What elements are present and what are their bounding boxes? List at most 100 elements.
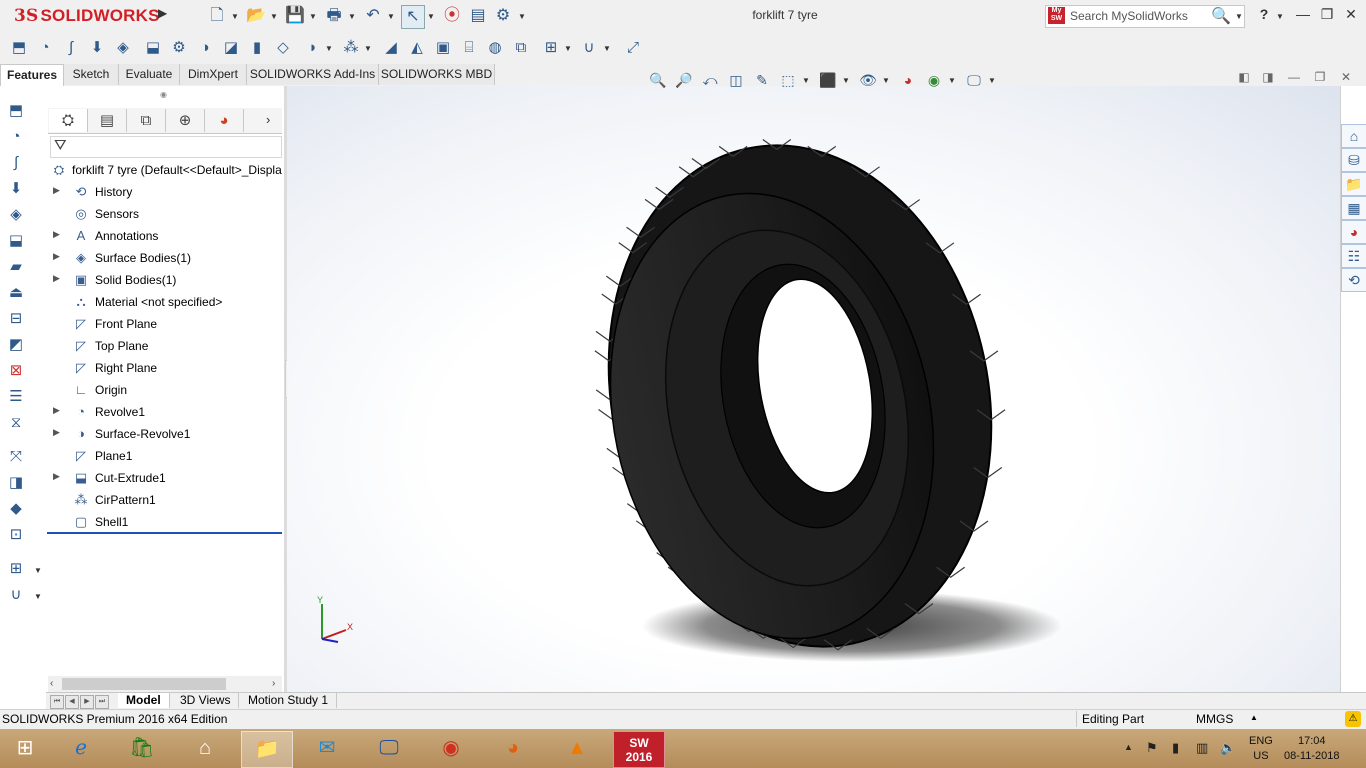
battery-icon[interactable]: ▮ — [1172, 740, 1179, 756]
file-explorer-icon[interactable]: 📁 — [1341, 172, 1366, 196]
expand-arrow-icon[interactable]: ▶ — [53, 229, 60, 240]
strip-knit-icon[interactable]: ◩ — [5, 334, 27, 356]
expand-arrow-icon[interactable]: ▶ — [53, 251, 60, 262]
extruded-boss-icon[interactable]: ⬒ — [8, 37, 30, 59]
zoom-to-area-icon[interactable]: 🔎 — [674, 70, 694, 90]
tree-item-annotations[interactable]: ▶ A Annotations — [48, 225, 282, 247]
expand-arrow-icon[interactable]: ▶ — [53, 471, 60, 482]
intersect-icon[interactable]: ◍ — [484, 37, 506, 59]
solidworks-resources-icon[interactable]: ⌂ — [1341, 124, 1366, 148]
tree-item-history[interactable]: ▶ ⟲ History — [48, 181, 282, 203]
strip-flex-icon[interactable]: ◨ — [5, 472, 27, 494]
system-clock[interactable]: 17:04 08-11-2018 — [1284, 734, 1339, 764]
tree-item-shell1[interactable]: ▢ Shell1 — [48, 511, 282, 533]
file-explorer-taskbar-icon[interactable]: 📁 — [241, 731, 293, 768]
expand-arrow-icon[interactable]: ▶ — [53, 405, 60, 416]
network-icon[interactable]: ▥ — [1196, 740, 1208, 756]
print-dropdown-icon[interactable]: ▼ — [348, 12, 356, 21]
expand-arrow-icon[interactable]: ▶ — [53, 427, 60, 438]
viewport-next-icon[interactable]: ◨ — [1258, 70, 1278, 88]
displaymanager-tab-icon[interactable]: ◕ — [205, 109, 244, 132]
undo-icon[interactable]: ↶ — [362, 5, 384, 27]
appearances-icon[interactable]: ◕ — [1341, 220, 1366, 244]
strip-extruded-surface-icon[interactable]: ⏏ — [5, 282, 27, 304]
flag-icon[interactable]: ⚑ — [1146, 740, 1158, 756]
strip-loft-icon[interactable]: ⬇ — [5, 178, 27, 200]
lenovo-icon[interactable]: 🖵 — [364, 731, 414, 766]
first-tab-icon[interactable]: ⏮ — [50, 695, 64, 709]
configurationmanager-tab-icon[interactable]: ⧉ — [127, 109, 166, 132]
draft-icon[interactable]: ◭ — [406, 37, 428, 59]
open-folder-icon[interactable]: 📂 — [245, 5, 267, 27]
lofted-cut-icon[interactable]: ▮ — [246, 37, 268, 59]
scene-dropdown-icon[interactable]: ▼ — [948, 76, 956, 85]
scrollbar-thumb[interactable] — [62, 678, 226, 690]
prev-tab-icon[interactable]: ◀ — [65, 695, 79, 709]
boundary-boss-icon[interactable]: ◈ — [112, 37, 134, 59]
file-properties-icon[interactable]: ▤ — [467, 5, 489, 27]
internet-explorer-icon[interactable]: ℯ — [56, 731, 106, 766]
rebuild-status-icon[interactable]: ⚠ — [1345, 711, 1361, 727]
vlc-icon[interactable]: ▲ — [552, 731, 602, 766]
save-dropdown-icon[interactable]: ▼ — [309, 12, 317, 21]
save-icon[interactable]: 💾 — [284, 5, 306, 27]
boundary-cut-icon[interactable]: ◇ — [272, 37, 294, 59]
volume-icon[interactable]: 🔈 — [1220, 740, 1236, 756]
strip-boundary-icon[interactable]: ◈ — [5, 204, 27, 226]
solidworks-taskbar-icon[interactable]: SW 2016 — [613, 731, 665, 768]
tabs-scroll-right-icon[interactable]: › — [266, 112, 270, 127]
tray-expand-icon[interactable]: ▲ — [1124, 742, 1133, 752]
zoom-to-fit-icon[interactable]: 🔍 — [648, 70, 668, 90]
strip-curves-dropdown-icon[interactable]: ▼ — [34, 592, 42, 601]
viewport-restore-button[interactable]: ❐ — [1310, 70, 1330, 88]
view-orientation-icon[interactable]: ⬚ — [778, 70, 798, 90]
strip-reference-dropdown-icon[interactable]: ▼ — [34, 566, 42, 575]
print-icon[interactable]: 🖶 — [323, 5, 345, 27]
edit-appearance-icon[interactable]: ◕ — [898, 70, 918, 90]
view-palette-icon[interactable]: ▦ — [1341, 196, 1366, 220]
tree-item-origin[interactable]: ∟ Origin — [48, 379, 282, 401]
unit-system-arrow-icon[interactable]: ▲ — [1250, 713, 1258, 722]
tree-item-material-not-specified[interactable]: ⛬ Material <not specified> — [48, 291, 282, 313]
tree-item-right-plane[interactable]: ◸ Right Plane — [48, 357, 282, 379]
propertymanager-tab-icon[interactable]: ▤ — [88, 109, 127, 132]
tree-item-surface-bodies-1[interactable]: ▶ ◈ Surface Bodies(1) — [48, 247, 282, 269]
swept-boss-icon[interactable]: ∫ — [60, 37, 82, 59]
lofted-boss-icon[interactable]: ⬇ — [86, 37, 108, 59]
view-orientation-dropdown-icon[interactable]: ▼ — [802, 76, 810, 85]
strip-plane-icon[interactable]: ▰ — [5, 256, 27, 278]
tree-item-sensors[interactable]: ◎ Sensors — [48, 203, 282, 225]
curves-dropdown-icon[interactable]: ▼ — [603, 44, 611, 53]
strip-stack-icon[interactable]: ☰ — [5, 386, 27, 408]
mail-icon[interactable]: ✉ — [302, 731, 352, 766]
tree-root-part[interactable]: ⛭ forklift 7 tyre (Default<<Default>_Dis… — [48, 159, 282, 181]
scroll-right-icon[interactable]: › — [272, 678, 275, 689]
tab-evaluate[interactable]: Evaluate — [119, 64, 180, 85]
tab-dimxpert[interactable]: DimXpert — [180, 64, 247, 85]
tab-model[interactable]: Model — [118, 693, 170, 708]
tab-sketch[interactable]: Sketch — [64, 64, 119, 85]
store-icon[interactable]: 🛍 — [117, 731, 167, 766]
scroll-left-icon[interactable]: ‹ — [50, 678, 53, 689]
home-icon[interactable]: ⌂ — [180, 731, 230, 766]
pattern-dropdown-icon[interactable]: ▼ — [364, 44, 372, 53]
graphics-area[interactable]: Y X — [287, 86, 1340, 692]
solidworks-logo[interactable]: 3S SOLIDWORKS — [14, 6, 160, 26]
reference-geometry-icon[interactable]: ⊞ — [540, 37, 562, 59]
viewport-prev-icon[interactable]: ◧ — [1234, 70, 1254, 88]
shell-feature-icon[interactable]: ▣ — [432, 37, 454, 59]
display-style-icon[interactable]: ⬛ — [818, 70, 838, 90]
wrap-icon[interactable]: ⌸ — [458, 37, 480, 59]
menu-expand-arrow-icon[interactable]: ▶ — [158, 6, 172, 26]
tree-item-solid-bodies-1[interactable]: ▶ ▣ Solid Bodies(1) — [48, 269, 282, 291]
strip-split-icon[interactable]: ⧖ — [5, 412, 27, 434]
next-tab-icon[interactable]: ▶ — [80, 695, 94, 709]
mirror-icon[interactable]: ⧉ — [510, 37, 532, 59]
minimize-button[interactable]: — — [1291, 6, 1315, 24]
last-tab-icon[interactable]: ⏭ — [95, 695, 109, 709]
new-dropdown-icon[interactable]: ▼ — [231, 12, 239, 21]
tab-motion-study[interactable]: Motion Study 1 — [240, 693, 338, 708]
previous-view-icon[interactable]: ⤺ — [700, 70, 720, 90]
tab-3d-views[interactable]: 3D Views — [172, 693, 240, 708]
tree-item-plane1[interactable]: ◸ Plane1 — [48, 445, 282, 467]
